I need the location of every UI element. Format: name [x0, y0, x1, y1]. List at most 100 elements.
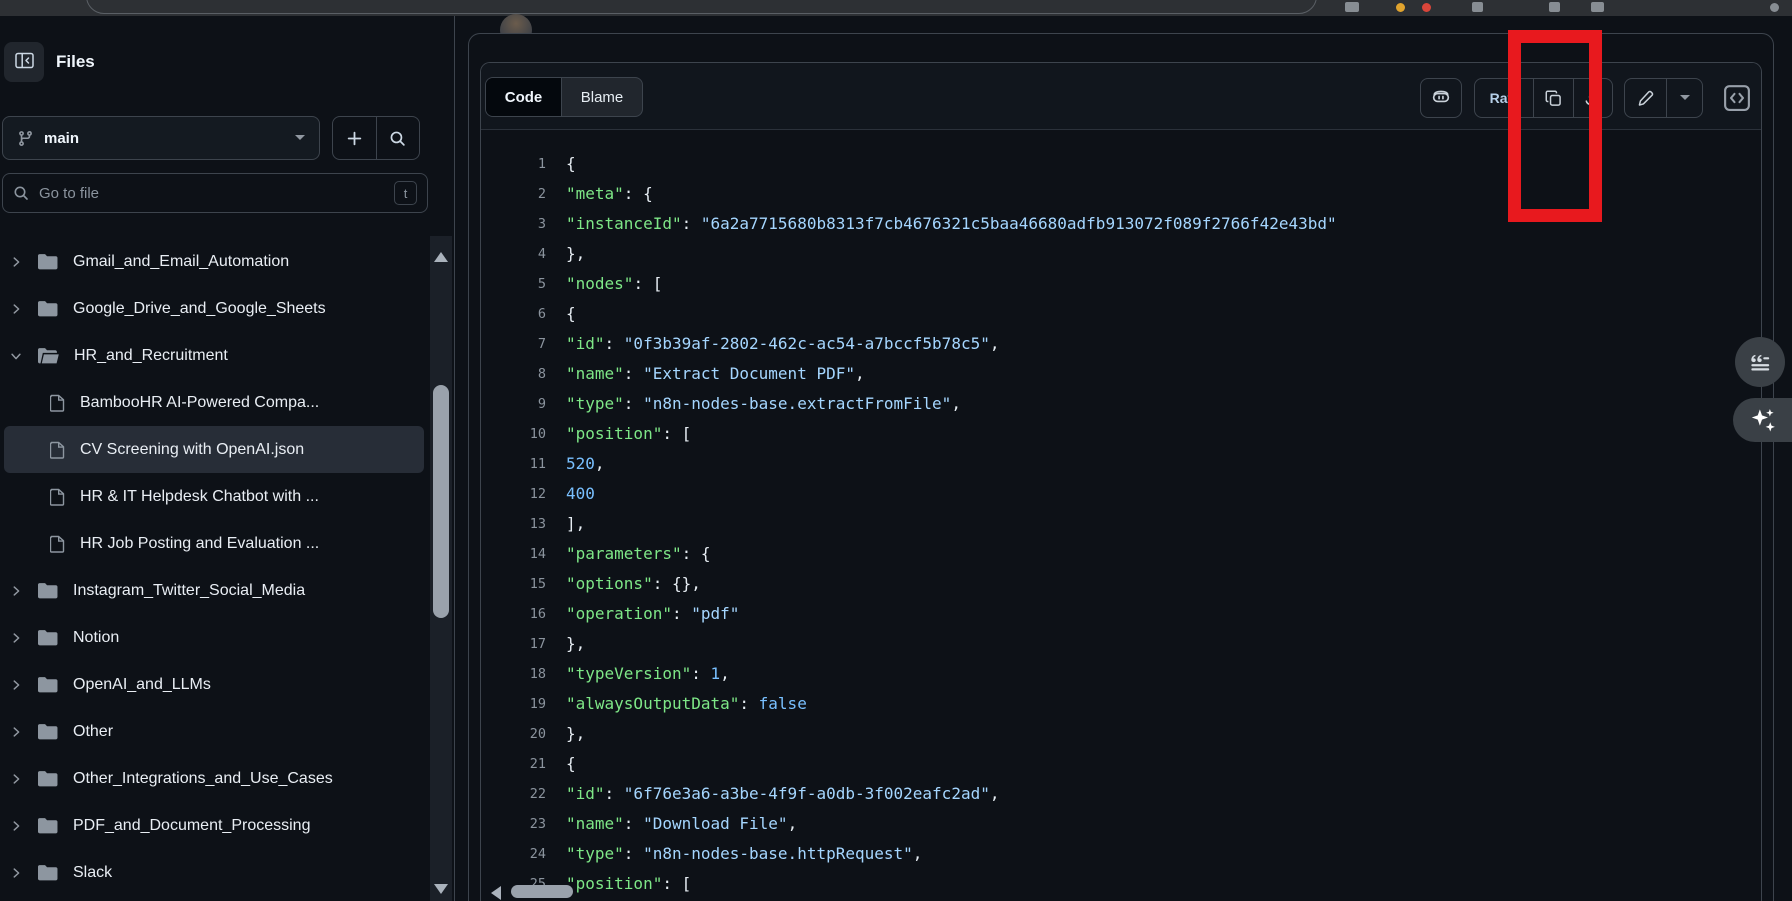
line-number[interactable]: 24 [481, 839, 546, 869]
chevron-right-icon [8, 772, 24, 786]
line-number[interactable]: 14 [481, 539, 546, 569]
browser-profile-icon[interactable] [1770, 3, 1779, 12]
browser-menu-icon[interactable] [1345, 2, 1359, 12]
chevron-down-icon [8, 349, 24, 363]
code-lines: 1{2"meta": {3"instanceId": "6a2a7715680b… [481, 130, 1761, 899]
tree-item-label: HR & IT Helpdesk Chatbot with ... [80, 488, 319, 506]
scroll-down-arrow-icon[interactable] [434, 884, 448, 894]
folder-icon [38, 630, 58, 646]
chevron-right-icon [8, 725, 24, 739]
line-number[interactable]: 22 [481, 779, 546, 809]
code-line-text: "type": "n8n-nodes-base.httpRequest", [566, 839, 922, 869]
extension-icon[interactable] [1396, 3, 1405, 12]
go-to-file-placeholder: Go to file [39, 185, 99, 202]
line-number[interactable]: 1 [481, 149, 546, 179]
line-number[interactable]: 6 [481, 299, 546, 329]
code-line: 15"options": {}, [481, 569, 1761, 599]
download-button[interactable] [1573, 79, 1612, 117]
code-line: 5"nodes": [ [481, 269, 1761, 299]
tree-item-label: HR Job Posting and Evaluation ... [80, 535, 319, 553]
tree-file-6[interactable]: HR Job Posting and Evaluation ... [4, 520, 424, 567]
ai-assistant-floating-button[interactable] [1733, 398, 1792, 442]
line-number[interactable]: 20 [481, 719, 546, 749]
raw-button[interactable]: Raw [1475, 79, 1533, 117]
line-number[interactable]: 17 [481, 629, 546, 659]
scroll-left-arrow-icon[interactable] [491, 886, 501, 900]
copilot-icon [1430, 87, 1452, 109]
line-number[interactable]: 3 [481, 209, 546, 239]
extension-icon[interactable] [1422, 3, 1431, 12]
line-number[interactable]: 18 [481, 659, 546, 689]
tab-blame[interactable]: Blame [562, 78, 642, 116]
line-number[interactable]: 2 [481, 179, 546, 209]
edit-file-button[interactable] [1625, 79, 1666, 117]
tree-folder-9[interactable]: OpenAI_and_LLMs [4, 661, 424, 708]
code-line: 19"alwaysOutputData": false [481, 689, 1761, 719]
tree-item-label: Other_Integrations_and_Use_Cases [73, 770, 333, 788]
tree-file-3[interactable]: BambooHR AI-Powered Compa... [4, 379, 424, 426]
horizontal-scrollbar-thumb[interactable] [511, 885, 573, 898]
code-line-text: }, [566, 629, 585, 659]
folder-open-icon [38, 348, 59, 364]
add-file-button[interactable] [333, 117, 377, 159]
symbols-panel-button[interactable] [1721, 82, 1753, 114]
edit-pencil-icon [1637, 90, 1654, 107]
copy-raw-content-button[interactable] [1533, 79, 1572, 117]
line-number[interactable]: 19 [481, 689, 546, 719]
collapse-sidebar-button[interactable] [4, 42, 44, 82]
extension-icon[interactable] [1472, 2, 1483, 12]
tree-item-label: Slack [73, 864, 112, 882]
tree-file-4[interactable]: CV Screening with OpenAI.json [4, 426, 424, 473]
tree-file-5[interactable]: HR & IT Helpdesk Chatbot with ... [4, 473, 424, 520]
code-line-text: 400 [566, 479, 595, 509]
line-number[interactable]: 23 [481, 809, 546, 839]
tree-folder-0[interactable]: Gmail_and_Email_Automation [4, 238, 424, 285]
sidebar-scrollbar[interactable] [430, 236, 452, 901]
browser-toolbar-icon[interactable] [1591, 2, 1604, 12]
line-number[interactable]: 21 [481, 749, 546, 779]
tree-folder-7[interactable]: Instagram_Twitter_Social_Media [4, 567, 424, 614]
copilot-button[interactable] [1420, 78, 1462, 118]
code-line-text: "position": [ [566, 419, 691, 449]
line-number[interactable]: 13 [481, 509, 546, 539]
tree-folder-2[interactable]: HR_and_Recruitment [4, 332, 424, 379]
line-number[interactable]: 8 [481, 359, 546, 389]
line-number[interactable]: 16 [481, 599, 546, 629]
tree-folder-11[interactable]: Other_Integrations_and_Use_Cases [4, 755, 424, 802]
url-bar[interactable] [86, 0, 1317, 14]
line-number[interactable]: 10 [481, 419, 546, 449]
tree-folder-8[interactable]: Notion [4, 614, 424, 661]
tree-folder-13[interactable]: Slack [4, 849, 424, 896]
go-to-file-input[interactable]: Go to file t [2, 173, 428, 213]
search-tree-button[interactable] [377, 117, 420, 159]
folder-icon [38, 254, 58, 270]
git-branch-icon [17, 130, 34, 147]
code-line-text: ], [566, 509, 585, 539]
sidebar-scrollbar-thumb[interactable] [433, 385, 449, 618]
summarize-floating-button[interactable] [1735, 337, 1785, 387]
line-number[interactable]: 12 [481, 479, 546, 509]
search-icon [13, 185, 29, 201]
line-number[interactable]: 11 [481, 449, 546, 479]
tab-code[interactable]: Code [486, 78, 562, 116]
tree-folder-10[interactable]: Other [4, 708, 424, 755]
line-number[interactable]: 5 [481, 269, 546, 299]
browser-toolbar-icon[interactable] [1549, 2, 1560, 12]
tree-item-label: BambooHR AI-Powered Compa... [80, 394, 319, 412]
scroll-up-arrow-icon[interactable] [434, 252, 448, 262]
edit-options-dropdown[interactable] [1666, 79, 1702, 117]
tree-item-label: Notion [73, 629, 119, 647]
tree-folder-12[interactable]: PDF_and_Document_Processing [4, 802, 424, 849]
folder-icon [38, 865, 58, 881]
line-number[interactable]: 7 [481, 329, 546, 359]
tree-folder-1[interactable]: Google_Drive_and_Google_Sheets [4, 285, 424, 332]
branch-selector[interactable]: main [2, 116, 320, 160]
chevron-down-icon [295, 135, 305, 145]
line-number[interactable]: 15 [481, 569, 546, 599]
line-number[interactable]: 9 [481, 389, 546, 419]
code-line: 10 "position": [ [481, 419, 1761, 449]
download-icon [1584, 90, 1601, 107]
code-line-text: "parameters": { [566, 539, 711, 569]
code-line: 17}, [481, 629, 1761, 659]
line-number[interactable]: 4 [481, 239, 546, 269]
